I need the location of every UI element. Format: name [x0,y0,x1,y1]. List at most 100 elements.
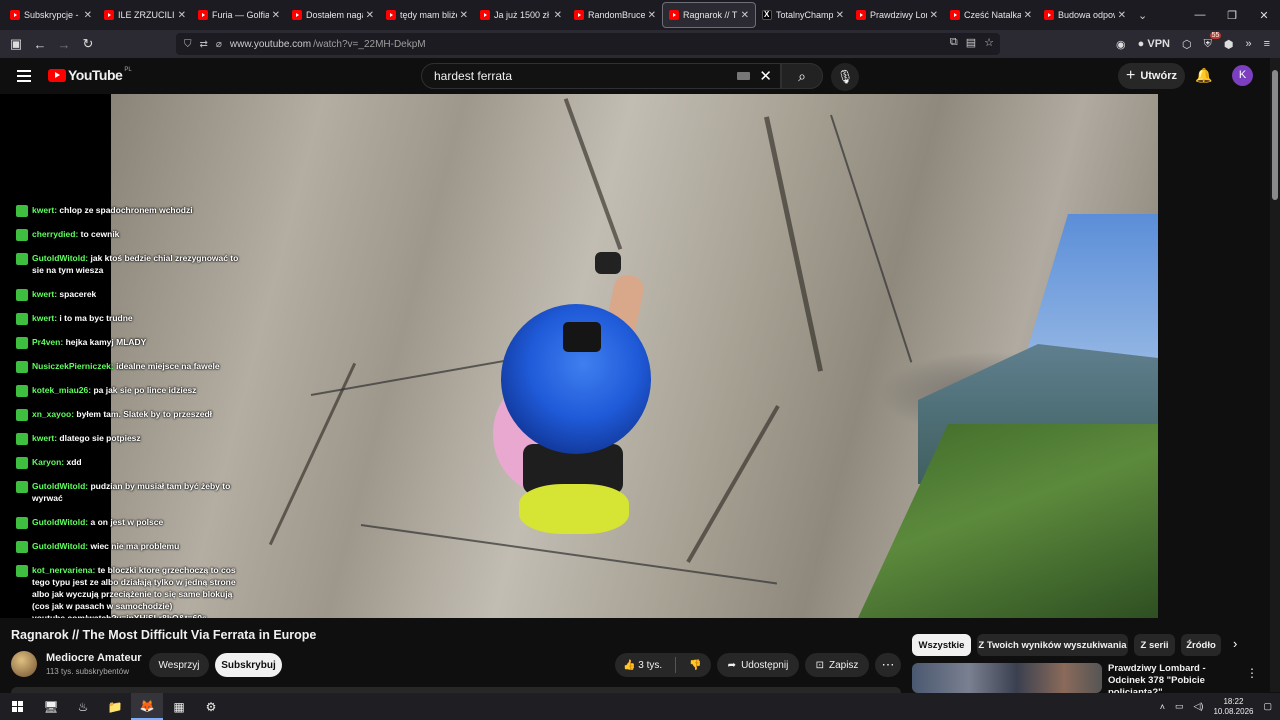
voice-search-button[interactable]: 🎙 [831,63,859,91]
chat-message: kwert: spacerek [16,288,246,301]
chat-username: GutoldWitold: [32,481,89,491]
app-icon[interactable]: ⚙ [195,693,227,720]
tab-close-icon[interactable]: ✕ [178,10,186,21]
reload-icon[interactable]: ↻ [76,36,100,52]
notifications-bell-icon[interactable]: 🔔 [1195,67,1212,84]
recommendation-thumbnail[interactable] [912,663,1102,693]
browser-tab[interactable]: Furia — Golfiarz✕ [192,2,286,28]
tab-close-icon[interactable]: ✕ [554,10,562,21]
chat-text: to cewnik [80,229,120,239]
browser-tab[interactable]: Dostałem nagan✕ [286,2,380,28]
tab-close-icon[interactable]: ✕ [930,10,938,21]
keyboard-icon[interactable] [737,72,750,80]
picture-in-picture-icon[interactable]: ⧉ [950,36,958,49]
plus-icon: + [1125,67,1136,84]
channel-avatar[interactable] [11,651,37,677]
tab-close-icon[interactable]: ✕ [1024,10,1032,21]
channel-name[interactable]: Mediocre Amateur [46,652,142,664]
bookmark-star-icon[interactable]: ☆ [984,36,994,49]
tab-close-icon[interactable]: ✕ [648,10,656,21]
browser-tab[interactable]: Budowa odpow ✕ [1038,2,1132,28]
start-windows-icon[interactable] [1,693,33,720]
tab-close-icon[interactable]: ✕ [836,10,844,21]
chip-all[interactable]: Wszystkie [912,634,971,656]
browser-tab[interactable]: TotalnyChampio✕ [756,2,850,28]
share-icon: ➦ [727,659,737,671]
tray-chevron-icon[interactable]: ˄ [1160,702,1165,712]
hamburger-menu-icon[interactable] [17,70,31,85]
back-icon[interactable]: ← [28,37,52,52]
sidebar-toggle-icon[interactable]: ▣ [4,36,28,52]
create-button[interactable]: + Utwórz [1118,63,1185,89]
list-all-tabs-icon[interactable]: ⌄ [1138,9,1147,22]
tab-close-icon[interactable]: ✕ [84,10,92,21]
browser-tab[interactable]: Ragnarok // The✕ [662,2,756,28]
youtube-icon [574,10,584,20]
save-button[interactable]: ⊡ Zapisz [805,653,869,677]
browser-tab[interactable]: ILE ZRZUCILI PO✕ [98,2,192,28]
join-button[interactable]: Wesprzyj [149,653,209,677]
chip-source[interactable]: Źródło [1181,634,1221,656]
clear-search-icon[interactable]: ✕ [759,67,772,85]
screenshot-icon[interactable]: ▤ [966,36,976,49]
tab-label: Ja już 1500 zł pr [494,10,551,20]
tab-close-icon[interactable]: ✕ [460,10,468,21]
restore-icon[interactable]: ❐ [1216,9,1248,22]
extensions-puzzle-icon[interactable]: ⬡ [1182,38,1192,51]
firefox-icon[interactable]: 🦊 [131,693,163,720]
chat-badge-icon [16,337,28,349]
app-menu-icon[interactable]: ≡ [1264,38,1270,50]
address-bar[interactable]: ⛉ ⇄ ⌀ www.youtube.com /watch?v=_22MH-Dek… [176,33,1000,55]
pc-monitor-icon[interactable]: 🖥 [35,693,67,720]
youtube-logo[interactable]: YouTube PL [48,67,132,83]
notifications-icon[interactable]: ▢ [1263,701,1272,712]
account-avatar[interactable]: K [1232,65,1253,86]
chat-message: GutoldWitold: wiec nie ma problemu [16,540,246,553]
ublock-extension-icon[interactable]: ⛨ 55 [1204,31,1222,51]
tab-close-icon[interactable]: ✕ [1118,10,1126,21]
tab-close-icon[interactable]: ✕ [366,10,374,21]
more-actions-button[interactable]: ⋯ [875,653,901,677]
forward-icon[interactable]: → [52,37,76,52]
youtube-icon [480,10,490,20]
browser-tab[interactable]: Cześć Natalka, n✕ [944,2,1038,28]
video-player[interactable]: kwert: chlop ze spadochronem wchodzi cher… [0,94,1158,618]
steam-icon[interactable]: ♨ [67,693,99,720]
network-icon[interactable]: ▭ [1175,701,1184,712]
browser-tab[interactable]: Subskrypcje - Yo✕ [4,2,98,28]
chat-message: xn_xayoo: byłem tam. Slatek by to przesz… [16,408,246,421]
overflow-chevron-icon[interactable]: » [1245,38,1251,50]
like-button[interactable]: 👍 3 tys. [623,660,662,671]
search-button[interactable]: ⌕ [781,63,823,89]
recommendation-menu-icon[interactable]: ⋮ [1246,666,1258,680]
file-explorer-icon[interactable]: 📁 [99,693,131,720]
system-clock[interactable]: 18:22 10.08.2026 [1213,697,1253,717]
page-scrollbar[interactable] [1270,58,1280,692]
youtube-icon [10,10,20,20]
browser-tab[interactable]: Prawdziwy Lomb✕ [850,2,944,28]
close-window-icon[interactable]: ✕ [1248,9,1280,22]
chat-badge-icon [16,361,28,373]
browser-tab[interactable]: Ja już 1500 zł pr✕ [474,2,568,28]
minimize-icon[interactable]: — [1184,9,1216,21]
tab-close-icon[interactable]: ✕ [741,10,749,21]
chevron-right-icon[interactable]: › [1233,636,1237,651]
search-input[interactable]: hardest ferrata ✕ [421,63,781,89]
subscribe-button[interactable]: Subskrybuj [215,653,282,677]
vpn-button[interactable]: ● VPN [1138,38,1170,50]
tab-close-icon[interactable]: ✕ [272,10,280,21]
scrollbar-thumb[interactable] [1272,70,1278,200]
calculator-icon[interactable]: ▦ [163,693,195,720]
dislike-button[interactable]: 👎 [689,660,701,671]
chat-username: kot_nervariena: [32,565,96,575]
share-button[interactable]: ➦ Udostępnij [717,653,799,677]
browser-tab[interactable]: tędy mam bliżej ✕ [380,2,474,28]
browser-tab[interactable]: RandomBruce: P✕ [568,2,662,28]
permissions-icon: ⇄ [199,38,208,50]
chip-from-series[interactable]: Z serii [1134,634,1175,656]
volume-icon[interactable]: ◁) [1194,701,1204,712]
chat-message: Karyon: xdd [16,456,246,469]
chip-from-search[interactable]: Z Twoich wyników wyszukiwania [977,634,1128,656]
extension-shield-icon[interactable]: ◉ [1116,38,1126,51]
privacy-badger-icon[interactable]: ⬢ [1224,38,1234,51]
